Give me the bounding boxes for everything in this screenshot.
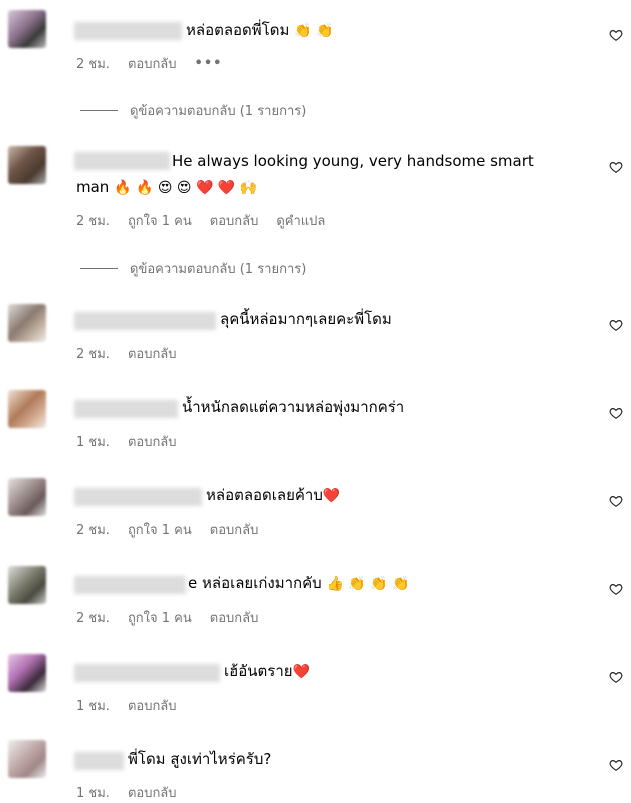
reply-button[interactable]: ตอบกลับ	[128, 343, 177, 364]
comment-text: e หล่อเลยเก่งมากคับ 👍 👏 👏 👏	[188, 574, 410, 592]
username[interactable]	[74, 400, 178, 418]
reply-button[interactable]: ตอบกลับ	[210, 519, 259, 540]
heart-icon[interactable]	[609, 160, 623, 174]
comment-text: หล่อตลอดพี่โดม 👏 👏	[186, 21, 334, 39]
heart-icon[interactable]	[609, 582, 623, 596]
comment-meta: 2 ชม. ตอบกลับ •••	[76, 53, 222, 74]
username[interactable]	[74, 488, 202, 506]
username[interactable]	[74, 22, 182, 40]
heart-icon[interactable]	[609, 494, 623, 508]
comment-text: พี่โดม สูงเท่าไหร่ครับ?	[128, 750, 272, 768]
avatar[interactable]	[8, 740, 46, 778]
reply-button[interactable]: ตอบกลับ	[210, 210, 259, 231]
avatar[interactable]	[8, 304, 46, 342]
view-replies-label: ดูข้อความตอบกลับ (1 รายการ)	[130, 262, 307, 277]
timestamp: 2 ชม.	[76, 57, 110, 72]
divider	[80, 110, 118, 111]
username[interactable]	[74, 576, 186, 594]
comment-meta: 2 ชม. ถูกใจ 1 คน ตอบกลับ ดูคำแปล	[76, 210, 325, 231]
comment-meta: 2 ชม. ถูกใจ 1 คน ตอบกลับ	[76, 607, 258, 628]
username[interactable]	[74, 312, 216, 330]
username[interactable]	[74, 752, 124, 770]
timestamp: 1 ชม.	[76, 435, 110, 450]
heart-icon[interactable]	[609, 318, 623, 332]
comment-text: He always looking young, very handsome s…	[172, 152, 534, 170]
divider	[80, 268, 118, 269]
reply-button[interactable]: ตอบกลับ	[210, 607, 259, 628]
heart-icon[interactable]	[609, 670, 623, 684]
comment-meta: 1 ชม. ตอบกลับ	[76, 431, 177, 452]
timestamp: 2 ชม.	[76, 523, 110, 538]
timestamp: 2 ชม.	[76, 611, 110, 626]
likes-count[interactable]: ถูกใจ 1 คน	[128, 210, 192, 231]
avatar[interactable]	[8, 146, 46, 184]
translate-button[interactable]: ดูคำแปล	[276, 210, 325, 231]
username[interactable]	[74, 152, 170, 170]
more-options-button[interactable]: •••	[195, 56, 223, 71]
view-replies-button[interactable]: ดูข้อความตอบกลับ (1 รายการ)	[80, 100, 306, 121]
comment-meta: 1 ชม. ตอบกลับ	[76, 695, 177, 716]
reply-button[interactable]: ตอบกลับ	[128, 431, 177, 452]
username[interactable]	[74, 664, 220, 682]
heart-icon[interactable]	[609, 28, 623, 42]
avatar[interactable]	[8, 566, 46, 604]
comment-text: ลุคนี้หล่อมากๆเลยคะพี่โดม	[220, 310, 392, 328]
comment-meta: 2 ชม. ตอบกลับ	[76, 343, 177, 364]
timestamp: 2 ชม.	[76, 347, 110, 362]
avatar[interactable]	[8, 390, 46, 428]
timestamp: 1 ชม.	[76, 699, 110, 714]
reply-button[interactable]: ตอบกลับ	[128, 53, 177, 74]
comment-text: หล่อตลอดเลยค้าบ❤️	[206, 486, 341, 504]
reply-button[interactable]: ตอบกลับ	[128, 695, 177, 716]
likes-count[interactable]: ถูกใจ 1 คน	[128, 519, 192, 540]
avatar[interactable]	[8, 478, 46, 516]
likes-count[interactable]: ถูกใจ 1 คน	[128, 607, 192, 628]
timestamp: 2 ชม.	[76, 214, 110, 229]
heart-icon[interactable]	[609, 406, 623, 420]
heart-icon[interactable]	[609, 758, 623, 772]
comment-meta: 2 ชม. ถูกใจ 1 คน ตอบกลับ	[76, 519, 258, 540]
comment-text-continued: man 🔥 🔥 😍 😍 ❤️ ❤️ 🙌	[76, 178, 258, 196]
comment-text: น้ำหนักลดแต่ความหล่อพุ่งมากคร่า	[182, 398, 405, 416]
avatar[interactable]	[8, 10, 46, 48]
avatar[interactable]	[8, 654, 46, 692]
comment-text: เฮ้อันตราย❤️	[224, 662, 310, 680]
view-replies-label: ดูข้อความตอบกลับ (1 รายการ)	[130, 104, 307, 119]
view-replies-button[interactable]: ดูข้อความตอบกลับ (1 รายการ)	[80, 258, 306, 279]
